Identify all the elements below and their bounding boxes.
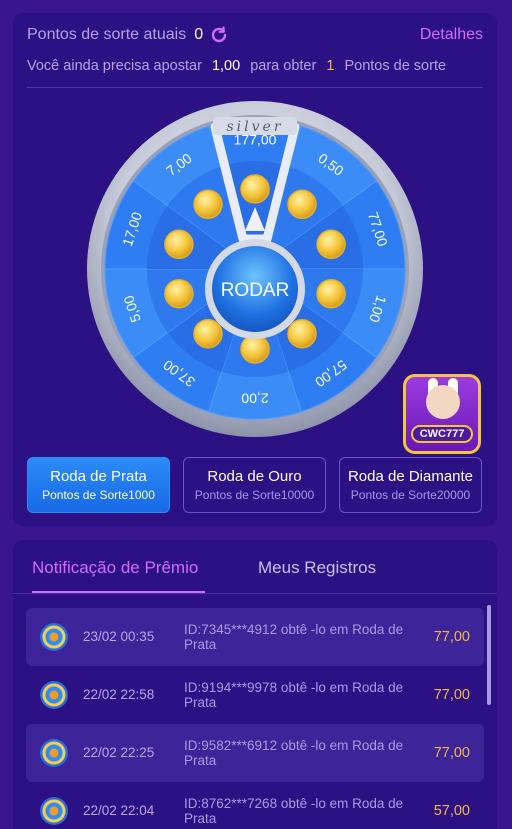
tab-diamond-wheel[interactable]: Roda de Diamante Pontos de Sorte20000 <box>339 457 482 513</box>
details-link[interactable]: Detalhes <box>420 26 483 44</box>
spin-button-label[interactable]: RODAR <box>221 280 290 301</box>
list-item: 23/02 00:35 ID:7345***4912 obtê -lo em R… <box>26 608 484 666</box>
bet-prefix: Você ainda precisa apostar <box>27 58 202 74</box>
divider <box>27 87 483 88</box>
list-item: 22/02 22:04 ID:8762***7268 obtê -lo em R… <box>26 782 484 829</box>
gold-coin-icon <box>316 229 346 260</box>
record-message: ID:8762***7268 obtê -lo em Roda de Prata <box>184 796 404 826</box>
gold-coin-icon <box>193 189 223 220</box>
prize-list: 23/02 00:35 ID:7345***4912 obtê -lo em R… <box>26 608 484 829</box>
rabbit-mascot-icon <box>426 385 460 419</box>
wheel-tabs: Roda de Prata Pontos de Sorte1000 Roda d… <box>27 457 482 513</box>
gold-coin-icon <box>164 278 194 309</box>
app-logo: CWC777 <box>403 374 481 454</box>
coin-icon <box>40 739 68 767</box>
tab-my-records[interactable]: Meus Registros <box>258 558 376 578</box>
coin-icon <box>40 681 68 709</box>
record-message: ID:9582***6912 obtê -lo em Roda de Prata <box>184 738 404 768</box>
gold-coin-icon <box>240 174 270 204</box>
list-item: 22/02 22:58 ID:9194***9978 obtê -lo em R… <box>26 666 484 724</box>
tab-subtitle: Pontos de Sorte20000 <box>350 488 471 502</box>
gold-coin-icon <box>164 229 194 260</box>
gold-coin-icon <box>287 318 317 349</box>
gold-coin-icon <box>316 278 346 309</box>
record-amount: 57,00 <box>433 803 470 819</box>
prize-wheel: 177,000,5077,001,0057,002,0037,005,0017,… <box>87 101 423 437</box>
record-time: 22/02 22:58 <box>83 687 155 702</box>
record-time: 23/02 00:35 <box>83 629 155 644</box>
tab-prize-notifications[interactable]: Notificação de Prêmio <box>32 558 198 578</box>
refresh-icon[interactable] <box>209 25 229 45</box>
gold-coin-icon <box>240 334 270 364</box>
tier-label: silver <box>226 119 283 135</box>
bet-requirement-text: Você ainda precisa apostar 1,00 para obt… <box>27 58 446 74</box>
record-amount: 77,00 <box>433 629 470 645</box>
coin-icon <box>40 797 68 825</box>
bet-amount: 1,00 <box>211 58 241 74</box>
points-suffix: Pontos de sorte <box>344 58 447 74</box>
record-amount: 77,00 <box>433 687 470 703</box>
wheel-prize-label: 2,00 <box>241 390 268 406</box>
tab-subtitle: Pontos de Sorte10000 <box>194 488 315 502</box>
gold-coin-icon <box>193 318 223 349</box>
record-message: ID:9194***9978 obtê -lo em Roda de Prata <box>184 680 404 710</box>
points-amount: 1 <box>326 58 335 74</box>
record-time: 22/02 22:25 <box>83 745 155 760</box>
record-amount: 77,00 <box>433 745 470 761</box>
record-time: 22/02 22:04 <box>83 803 155 818</box>
list-item: 22/02 22:25 ID:9582***6912 obtê -lo em R… <box>26 724 484 782</box>
tab-title: Roda de Ouro <box>207 468 302 485</box>
divider <box>13 593 497 594</box>
tab-title: Roda de Diamante <box>347 468 474 485</box>
gold-coin-icon <box>287 189 317 220</box>
records-card: Notificação de Prêmio Meus Registros 23/… <box>13 540 497 829</box>
record-message: ID:7345***4912 obtê -lo em Roda de Prata <box>184 622 404 652</box>
logo-text: CWC777 <box>411 425 473 443</box>
tab-subtitle: Pontos de Sorte1000 <box>42 488 155 502</box>
bet-middle: para obter <box>250 58 317 74</box>
tab-silver-wheel[interactable]: Roda de Prata Pontos de Sorte1000 <box>27 457 170 513</box>
luck-wheel-card: Pontos de sorte atuais 0 Detalhes Você a… <box>13 13 497 526</box>
luck-points-value: 0 <box>194 26 204 43</box>
tab-title: Roda de Prata <box>50 468 147 485</box>
luck-points-label: Pontos de sorte atuais <box>27 26 187 43</box>
tab-gold-wheel[interactable]: Roda de Ouro Pontos de Sorte10000 <box>183 457 326 513</box>
scrollbar[interactable] <box>487 605 491 705</box>
luck-points-row: Pontos de sorte atuais 0 <box>27 25 229 45</box>
coin-icon <box>40 623 68 651</box>
